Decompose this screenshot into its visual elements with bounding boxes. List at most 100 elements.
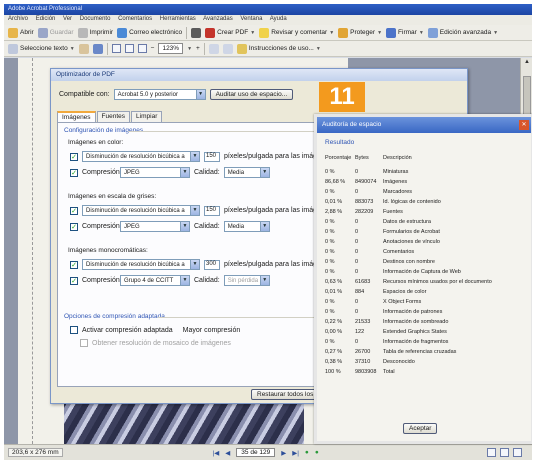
instructions-button[interactable]: Instrucciones de uso... ▼ bbox=[236, 43, 321, 54]
create-pdf-button[interactable]: Crear PDF ▼ bbox=[205, 27, 255, 38]
single-page-icon[interactable] bbox=[487, 448, 496, 457]
zoom-icon[interactable] bbox=[92, 43, 103, 54]
mono-method-select[interactable]: Disminución de resolución bicúbica a ▼ bbox=[82, 259, 200, 270]
menu-comentarios[interactable]: Comentarios bbox=[118, 16, 152, 22]
menu-documento[interactable]: Documento bbox=[80, 16, 111, 22]
bytes-cell: 21533 bbox=[355, 319, 371, 325]
menu-ayuda[interactable]: Ayuda bbox=[270, 16, 287, 22]
gray-downsample-checkbox[interactable]: ✓ bbox=[70, 206, 78, 215]
percentage-cell: 0 % bbox=[325, 239, 335, 245]
bytes-cell: 0 bbox=[355, 299, 359, 305]
first-page-icon[interactable]: |◀ bbox=[213, 449, 220, 457]
fit-page-icon[interactable] bbox=[124, 44, 134, 53]
menu-archivo[interactable]: Archivo bbox=[8, 16, 28, 22]
description-cell: Fuentes bbox=[383, 209, 403, 215]
chevron-down-icon: ▼ bbox=[259, 276, 269, 285]
actual-size-icon[interactable] bbox=[111, 44, 121, 53]
column-header: Porcentaje bbox=[325, 155, 352, 161]
mono-quality-select[interactable]: Sin pérdida ▼ bbox=[223, 275, 270, 286]
back-icon[interactable]: ● bbox=[305, 449, 309, 456]
sign-button[interactable]: Firmar ▼ bbox=[386, 27, 424, 38]
mono-images-heading: Imágenes monocromáticas: bbox=[68, 247, 148, 254]
mono-compression-select[interactable]: Grupo 4 de CCITT ▼ bbox=[120, 275, 190, 286]
scroll-thumb[interactable] bbox=[523, 76, 531, 116]
fit-width-icon[interactable] bbox=[137, 44, 147, 53]
compat-select[interactable]: Acrobat 5.0 y posterior ▼ bbox=[113, 89, 206, 100]
zoom-out-button[interactable]: − bbox=[151, 45, 155, 52]
mono-compression-row: ✓ Compresión: Grupo 4 de CCITT ▼ Calidad:… bbox=[70, 275, 270, 286]
tile-resolution-checkbox[interactable]: ✓ bbox=[80, 339, 88, 347]
mono-compression-checkbox[interactable]: ✓ bbox=[70, 276, 78, 285]
description-cell: Espacios de color bbox=[383, 289, 427, 295]
bytes-cell: 0 bbox=[355, 189, 359, 195]
menu-ventana[interactable]: Ventana bbox=[240, 16, 262, 22]
zoom-in-button[interactable]: + bbox=[196, 45, 200, 52]
gray-quality-label: Calidad: bbox=[194, 223, 220, 230]
protect-button[interactable]: Proteger ▼ bbox=[338, 27, 382, 38]
binoculars-icon[interactable] bbox=[191, 27, 202, 38]
gray-method-select[interactable]: Disminución de resolución bicúbica a ▼ bbox=[82, 205, 200, 216]
save-button[interactable]: Guardar bbox=[37, 27, 74, 38]
gray-compression-row: ✓ Compresión: JPEG ▼ Calidad: Media ▼ bbox=[70, 221, 270, 232]
zoom-level[interactable]: 123% bbox=[158, 43, 184, 54]
mono-quality-value: Sin pérdida bbox=[227, 277, 259, 284]
color-method-select[interactable]: Disminución de resolución bicúbica a ▼ bbox=[82, 151, 200, 162]
optimizer-tabs: Imágenes Fuentes Limpiar bbox=[57, 111, 163, 122]
color-downsample-checkbox[interactable]: ✓ bbox=[70, 152, 78, 161]
table-row: 0,22 % 21533 Información de sombreado bbox=[325, 317, 523, 327]
audit-space-button[interactable]: Auditar uso de espacio... bbox=[209, 89, 294, 100]
color-compression-select[interactable]: JPEG ▼ bbox=[120, 167, 190, 178]
adaptive-checkbox[interactable]: ✓ bbox=[70, 326, 78, 334]
chevron-down-icon[interactable]: ▼ bbox=[187, 46, 192, 52]
previous-page-icon[interactable]: ◀ bbox=[225, 449, 230, 457]
lock-icon bbox=[338, 27, 349, 38]
color-quality-select[interactable]: Media ▼ bbox=[223, 167, 270, 178]
tab-images[interactable]: Imágenes bbox=[57, 111, 96, 122]
advanced-edit-button[interactable]: Edición avanzada ▼ bbox=[427, 27, 498, 38]
percentage-cell: 0,22 % bbox=[325, 319, 343, 325]
print-button[interactable]: Imprimir bbox=[77, 27, 113, 38]
mono-ppi-field[interactable]: 300 bbox=[204, 259, 220, 270]
menu-ver[interactable]: Ver bbox=[63, 16, 72, 22]
rotate-icon[interactable] bbox=[222, 43, 233, 54]
menu-avanzadas[interactable]: Avanzadas bbox=[203, 16, 233, 22]
next-page-icon[interactable]: ▶ bbox=[281, 449, 286, 457]
app-title: Adobe Acrobat Professional bbox=[8, 6, 83, 12]
table-row: 0,00 % 122 Extended Graphics States bbox=[325, 327, 523, 337]
continuous-icon[interactable] bbox=[500, 448, 509, 457]
open-button[interactable]: Abrir bbox=[8, 27, 34, 38]
compat-value: Acrobat 5.0 y posterior bbox=[117, 91, 178, 98]
menu-herramientas[interactable]: Herramientas bbox=[160, 16, 196, 22]
gray-compression-select[interactable]: JPEG ▼ bbox=[120, 221, 190, 232]
last-page-icon[interactable]: ▶| bbox=[292, 449, 299, 457]
pen-icon bbox=[386, 27, 397, 38]
close-icon[interactable]: ✕ bbox=[519, 120, 529, 130]
page-icon[interactable] bbox=[208, 43, 219, 54]
page-number-field[interactable]: 35 de 129 bbox=[236, 448, 276, 457]
review-button[interactable]: Revisar y comentar ▼ bbox=[259, 27, 334, 38]
edit-icon bbox=[427, 27, 438, 38]
tab-clean[interactable]: Limpiar bbox=[131, 111, 163, 122]
scroll-up-icon[interactable]: ▲ bbox=[522, 59, 532, 69]
hand-icon[interactable] bbox=[78, 43, 89, 54]
audit-body: Resultado Porcentaje Bytes Descripción 0… bbox=[317, 133, 531, 441]
mono-downsample-checkbox[interactable]: ✓ bbox=[70, 260, 78, 269]
chevron-down-icon: ▼ bbox=[190, 152, 199, 161]
color-compression-checkbox[interactable]: ✓ bbox=[70, 168, 78, 177]
table-row: 0 % 0 Miniaturas bbox=[325, 167, 523, 177]
forward-icon[interactable]: ● bbox=[315, 449, 319, 456]
percentage-cell: 100 % bbox=[325, 369, 341, 375]
email-button[interactable]: Correo electrónico bbox=[117, 27, 182, 38]
gray-quality-select[interactable]: Media ▼ bbox=[223, 221, 270, 232]
gray-ppi-field[interactable]: 150 bbox=[204, 205, 220, 216]
chevron-down-icon: ▼ bbox=[180, 276, 189, 285]
adaptive-row: ✓ Activar compresión adaptada Mayor comp… bbox=[70, 326, 240, 334]
color-ppi-field[interactable]: 150 bbox=[204, 151, 220, 162]
page-size: 203,6 x 276 mm bbox=[8, 448, 63, 457]
gray-compression-checkbox[interactable]: ✓ bbox=[70, 222, 78, 231]
facing-icon[interactable] bbox=[513, 448, 522, 457]
select-text-tool[interactable]: Seleccione texto ▼ bbox=[8, 43, 75, 54]
menu-edicion[interactable]: Edición bbox=[36, 16, 56, 22]
accept-button[interactable]: Aceptar bbox=[403, 423, 438, 434]
tab-fonts[interactable]: Fuentes bbox=[96, 111, 131, 122]
